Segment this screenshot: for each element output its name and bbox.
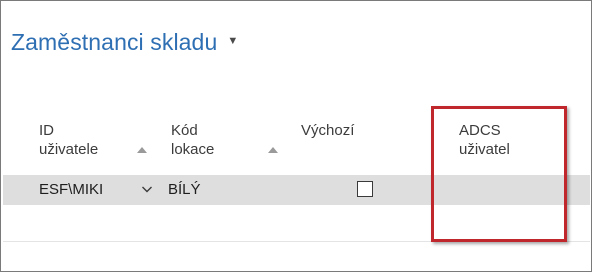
column-header-user-id[interactable]: ID uživatele [39,121,98,159]
page-title-label: Zaměstnanci skladu [11,29,218,55]
column-header-user-id-line1: ID [39,122,54,139]
sort-up-icon[interactable] [268,147,278,153]
default-checkbox[interactable] [357,181,373,197]
cell-user-id[interactable]: ESF\MIKI [39,181,103,198]
column-header-location-code-line2: lokace [171,141,215,158]
column-header-default-line1: Výchozí [301,122,355,139]
sort-up-icon[interactable] [137,147,147,153]
column-header-user-id-line2: uživatele [39,141,99,158]
column-header-location-code[interactable]: Kód lokace [171,121,214,159]
window-frame: Zaměstnanci skladu ▼ ID uživatele Kód lok… [0,0,592,272]
chevron-down-icon[interactable] [141,183,153,195]
column-header-location-code-line1: Kód [171,122,198,139]
column-header-default[interactable]: Výchozí [301,121,354,140]
highlight-box [431,106,567,242]
page-title[interactable]: Zaměstnanci skladu ▼ [11,29,238,56]
cell-location-code[interactable]: BÍLÝ [168,181,201,198]
caret-down-icon[interactable]: ▼ [227,35,238,47]
